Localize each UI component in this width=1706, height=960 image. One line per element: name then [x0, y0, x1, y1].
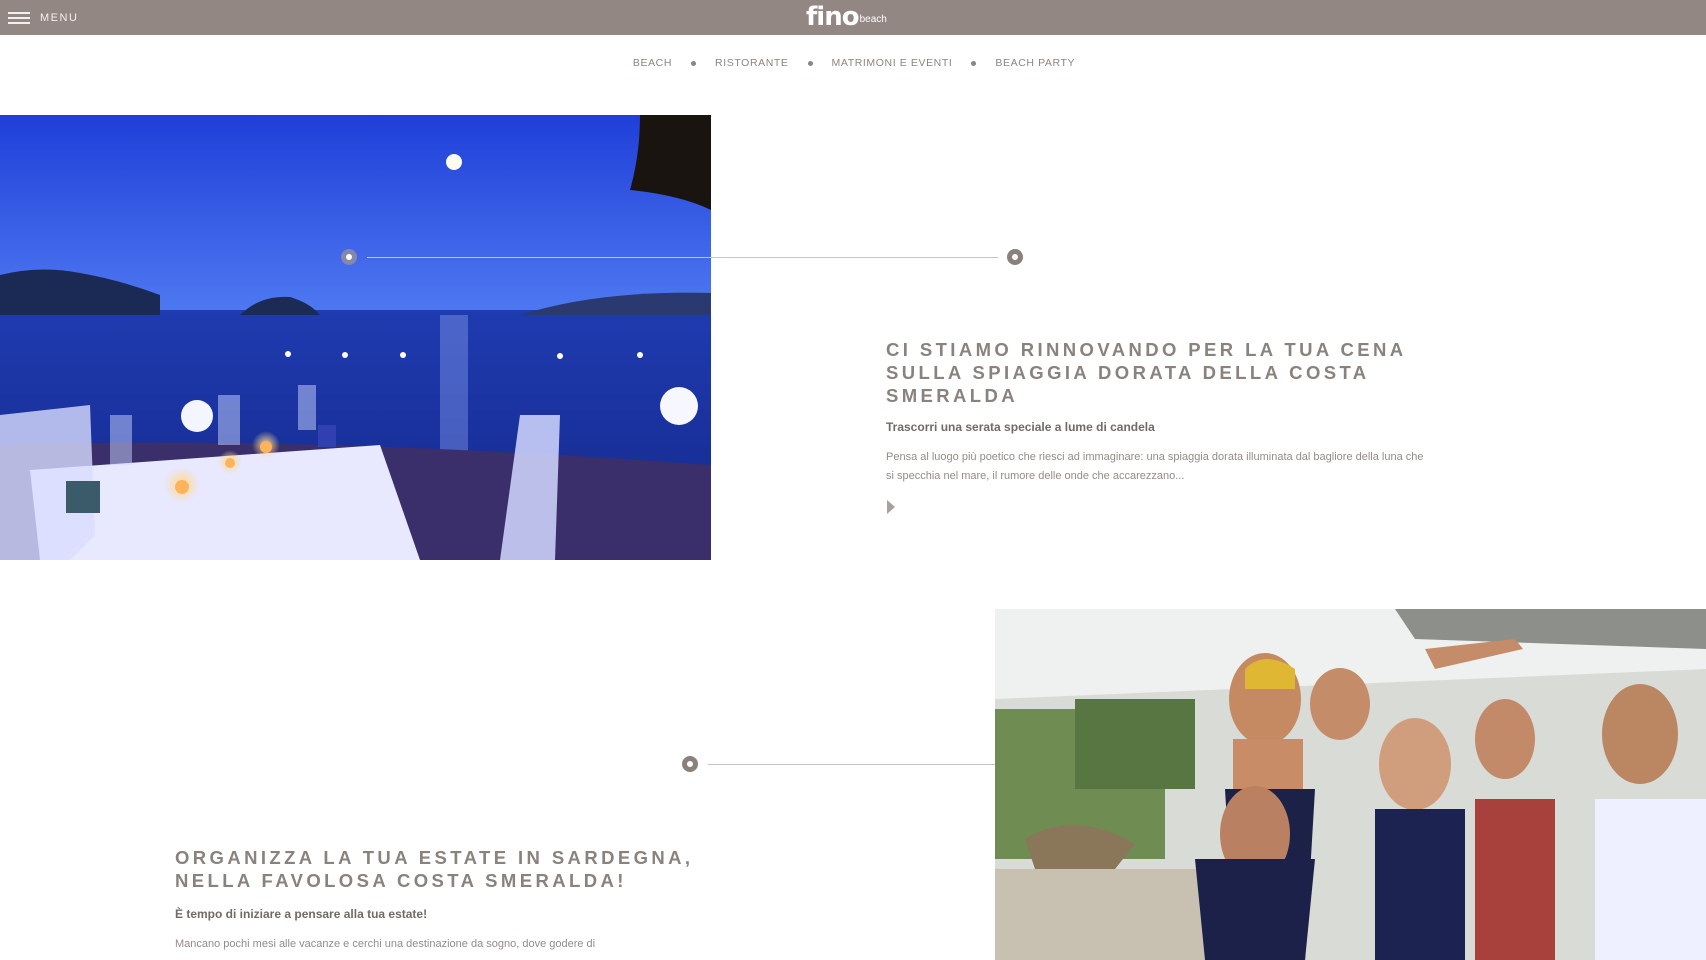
hamburger-menu-icon	[8, 11, 32, 25]
play-arrow-icon	[887, 500, 895, 514]
nav-separator-dot	[807, 60, 813, 66]
section-body: Mancano pochi mesi alle vacanze e cerchi…	[175, 938, 596, 950]
nav-separator-dot	[691, 60, 697, 66]
timeline-line	[367, 257, 998, 258]
section-nav: BEACH RISTORANTE MATRIMONI E EVENTI BEAC…	[0, 57, 1706, 69]
timeline-node-icon	[682, 756, 698, 772]
timeline-node-icon	[1007, 249, 1023, 265]
nav-item-beach[interactable]: BEACH	[633, 57, 672, 69]
beach-party-photo	[995, 609, 1706, 960]
menu-button[interactable]: MENU	[8, 9, 78, 27]
section-subtitle: Trascorri una serata speciale a lume di …	[886, 420, 1155, 434]
section-subtitle: È tempo di iniziare a pensare alla tua e…	[175, 907, 428, 921]
nav-item-matrimoni-eventi[interactable]: MATRIMONI E EVENTI	[832, 57, 953, 69]
nav-separator-dot	[971, 60, 977, 66]
site-logo[interactable]: fino beach	[806, 3, 887, 31]
beach-dinner-photo	[0, 115, 711, 560]
section-cena-spiaggia: CI STIAMO RINNOVANDO PER LA TUA CENA SUL…	[886, 338, 1426, 514]
section-title: ORGANIZZA LA TUA ESTATE IN SARDEGNA, NEL…	[175, 847, 694, 891]
read-more-button[interactable]	[886, 500, 896, 514]
nav-item-ristorante[interactable]: RISTORANTE	[715, 57, 788, 69]
nav-item-beach-party[interactable]: BEACH PARTY	[995, 57, 1075, 69]
logo-text: fino	[806, 2, 860, 32]
section-body: Pensa al luogo più poetico che riesci ad…	[886, 451, 1424, 482]
logo-subtext: beach	[859, 14, 887, 25]
menu-label: MENU	[40, 12, 79, 24]
timeline-node-icon	[341, 249, 357, 265]
section-title: CI STIAMO RINNOVANDO PER LA TUA CENA SUL…	[886, 339, 1406, 406]
top-bar: MENU fino beach	[0, 0, 1706, 35]
section-estate-sardegna: ORGANIZZA LA TUA ESTATE IN SARDEGNA, NEL…	[175, 846, 715, 954]
